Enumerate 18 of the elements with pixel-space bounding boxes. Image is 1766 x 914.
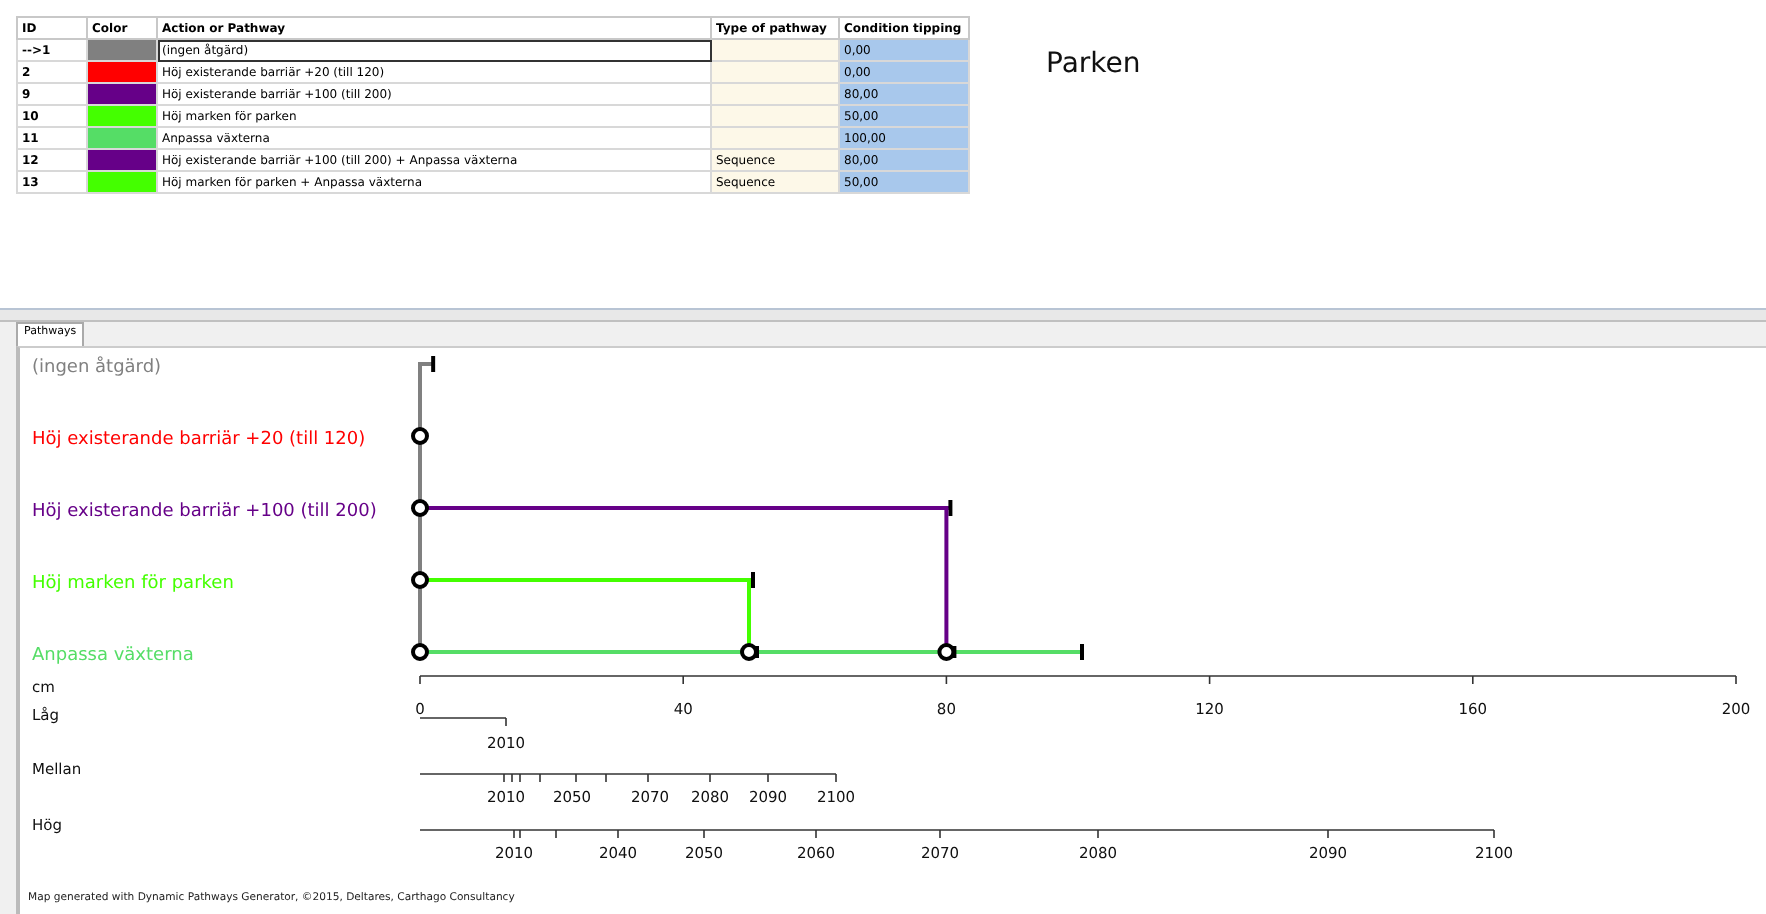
node-marker bbox=[411, 643, 429, 661]
end-marker bbox=[751, 572, 755, 588]
pathway-label: Höj existerande barriär +20 (till 120) bbox=[32, 430, 366, 450]
node-marker bbox=[411, 427, 429, 445]
pathway-label: Anpassa växterna bbox=[32, 646, 194, 666]
map-title: Parken bbox=[1046, 48, 1141, 84]
end-marker bbox=[952, 646, 957, 658]
pathway-label: Höj marken för parken bbox=[32, 574, 234, 594]
end-marker bbox=[948, 500, 953, 516]
node-marker bbox=[411, 499, 429, 517]
node-marker bbox=[937, 643, 956, 661]
node-marker bbox=[740, 643, 758, 661]
pathway-label: Höj existerande barriär +100 (till 200) bbox=[32, 502, 377, 522]
timeline-axis bbox=[419, 717, 507, 727]
end-marker bbox=[1080, 644, 1084, 660]
end-marker bbox=[755, 646, 759, 658]
pathway-label: (ingen åtgärd) bbox=[32, 358, 162, 378]
node-marker bbox=[411, 571, 429, 589]
